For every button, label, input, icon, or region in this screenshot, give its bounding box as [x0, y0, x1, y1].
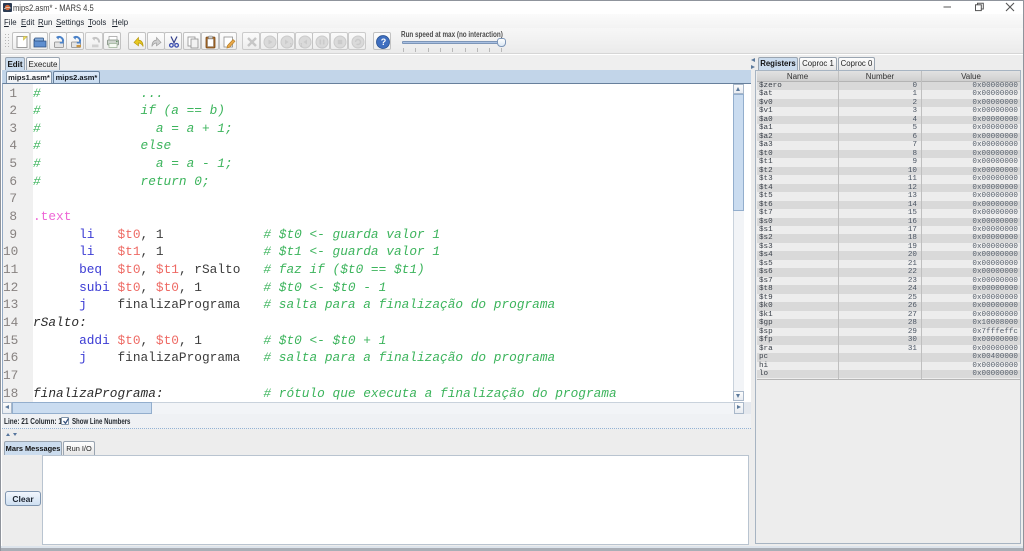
svg-text:1: 1	[300, 43, 303, 49]
svg-text:?: ?	[381, 37, 387, 47]
svg-text:1: 1	[290, 43, 293, 49]
